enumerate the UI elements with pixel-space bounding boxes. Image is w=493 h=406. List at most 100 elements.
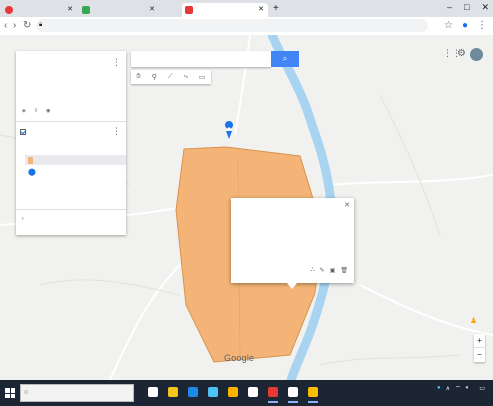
road (319, 354, 461, 366)
close-window-button[interactable]: ✕ (481, 2, 489, 13)
hand-icon[interactable]: ✋︎ (137, 73, 141, 81)
minimize-button[interactable]: – (447, 2, 452, 13)
taskbar-app-opera[interactable] (266, 383, 280, 403)
windows-taskbar: ○ ● ∧ ⌔ 🔈︎ ▭ (0, 380, 493, 406)
extension-icon[interactable]: ● (462, 19, 468, 33)
line-icon[interactable]: ⟋ (168, 73, 173, 81)
feature-item[interactable]: ⬤ (28, 168, 40, 176)
preview-button[interactable]: ◉ (46, 108, 52, 114)
browser-tab-1[interactable]: ✕ (2, 3, 77, 17)
road (359, 284, 493, 336)
tab-favicon-icon (82, 6, 90, 14)
marker-swatch-icon: ⬤ (28, 169, 36, 176)
road (234, 35, 251, 136)
edge-icon (188, 387, 198, 397)
bookmark-star-icon[interactable]: ☆ (444, 19, 453, 33)
opera-icon (268, 387, 278, 397)
lock-icon: 🔒︎ (39, 22, 43, 28)
map-toolbar: ✋︎ ⚲ ⟋ ⤷ ▭ (131, 70, 211, 84)
notifications-icon[interactable]: ▭ (479, 385, 485, 392)
maximize-button[interactable]: □ (464, 2, 469, 13)
zoom-out-button[interactable]: − (474, 347, 485, 361)
system-tray: ● ∧ ⌔ 🔈︎ ▭ (437, 384, 485, 393)
taskbar-app-store[interactable] (206, 383, 220, 401)
tab-favicon-icon (5, 6, 13, 14)
reload-icon[interactable]: ↻ (23, 19, 31, 33)
close-tab-icon[interactable]: ✕ (67, 3, 73, 17)
feature-item[interactable] (25, 155, 126, 165)
layer-checkbox[interactable] (20, 129, 26, 135)
show-hidden-icons-icon[interactable]: ∧ (446, 385, 450, 392)
edit-icon[interactable]: ✎ (320, 267, 325, 274)
close-icon[interactable]: ✕ (344, 201, 350, 209)
task-view-icon (148, 387, 158, 397)
google-logo: Google (224, 353, 254, 363)
taskbar-app-chrome[interactable] (306, 383, 320, 403)
polygon-swatch-icon (28, 156, 33, 164)
new-tab-button[interactable]: + (273, 3, 279, 15)
app-8-icon (288, 387, 298, 397)
map-search-button[interactable]: ⌕ (271, 51, 299, 67)
road (379, 94, 441, 236)
popup-actions: ⛬ ✎ ▣ 🗑︎ (310, 267, 348, 274)
close-tab-icon[interactable]: ✕ (149, 3, 155, 17)
map-search-box[interactable] (131, 51, 271, 67)
store-icon (208, 387, 218, 397)
road (39, 279, 181, 296)
base-map-row[interactable]: › (22, 216, 28, 222)
panel-divider (16, 209, 126, 210)
settings-icon[interactable]: ⚙ (457, 48, 466, 59)
search-icon: ⌕ (282, 54, 288, 63)
map-marker (225, 121, 234, 139)
taskbar-search-box[interactable]: ○ (20, 384, 134, 402)
add-layer-button[interactable]: ◈ (22, 108, 28, 114)
address-bar[interactable]: 🔒︎ (36, 19, 428, 32)
map-options-icon[interactable]: ⋮ (112, 57, 121, 68)
tab-favicon-icon (185, 6, 193, 14)
add-layer-icon: ◈ (22, 108, 26, 114)
app-tray-icon[interactable]: ● (437, 385, 441, 391)
taskbar-app-task-view[interactable] (146, 383, 160, 401)
taskbar-app-file-explorer[interactable] (166, 383, 180, 401)
panel-actions: ◈ ⇪ ◉ (22, 108, 52, 114)
avatar[interactable] (470, 48, 483, 61)
window-controls: – □ ✕ (447, 2, 489, 13)
zoom-in-button[interactable]: + (474, 334, 485, 347)
search-icon: ○ (24, 389, 29, 396)
browser-actions: ☆ ● ⋮ (444, 19, 487, 33)
layer-options-icon[interactable]: ⋮ (112, 126, 121, 137)
forward-icon[interactable]: › (13, 19, 16, 33)
browser-tab-3-active[interactable]: ✕ (182, 3, 268, 17)
start-button[interactable] (5, 388, 15, 398)
marker-icon[interactable]: ⚲ (152, 73, 157, 81)
layers-panel: ⋮ ◈ ⇪ ◉ ⋮ ⬤ › (16, 51, 126, 235)
share-button[interactable]: ⇪ (34, 108, 40, 114)
map-search-input[interactable] (131, 51, 269, 67)
directions-icon[interactable]: ⤷ (184, 73, 188, 81)
google-logo-text: Google (224, 353, 255, 363)
taskbar-app-app-6[interactable] (246, 383, 260, 401)
address-row: ‹ › ↻ 🔒︎ ☆ ● ⋮ (0, 17, 493, 36)
app-6-icon (248, 387, 258, 397)
chrome-icon (308, 387, 318, 397)
street-view-pegman-icon[interactable]: ♟ (470, 316, 477, 325)
browser-tab-2[interactable]: ✕ (79, 3, 159, 17)
map-canvas[interactable]: ⋮ ◈ ⇪ ◉ ⋮ ⬤ › ⌕ ✋︎ ⚲ ⟋ ⤷ ▭ ⋮⋮ ⚙ ✕ ⛬ ✎ ▣ … (0, 35, 493, 380)
share-icon: ⇪ (33, 108, 39, 114)
expand-arrow-icon: › (22, 216, 24, 222)
preview-icon: ◉ (46, 108, 51, 114)
delete-icon[interactable]: 🗑︎ (340, 267, 348, 274)
network-icon[interactable]: ⌔ (455, 384, 461, 392)
browser-menu-icon[interactable]: ⋮ (477, 19, 487, 33)
taskbar-app-app-8[interactable] (286, 383, 300, 403)
road (329, 174, 493, 186)
taskbar-app-edge[interactable] (186, 383, 200, 401)
ruler-icon[interactable]: ▭ (199, 73, 206, 81)
back-icon[interactable]: ‹ (4, 19, 7, 33)
layer-header[interactable] (20, 129, 29, 135)
taskbar-app-app-5[interactable] (226, 383, 240, 401)
volume-icon[interactable]: 🔈︎ (466, 385, 470, 392)
photo-icon[interactable]: ▣ (330, 267, 336, 274)
style-icon[interactable]: ⛬ (310, 267, 314, 274)
close-tab-icon[interactable]: ✕ (258, 3, 264, 17)
